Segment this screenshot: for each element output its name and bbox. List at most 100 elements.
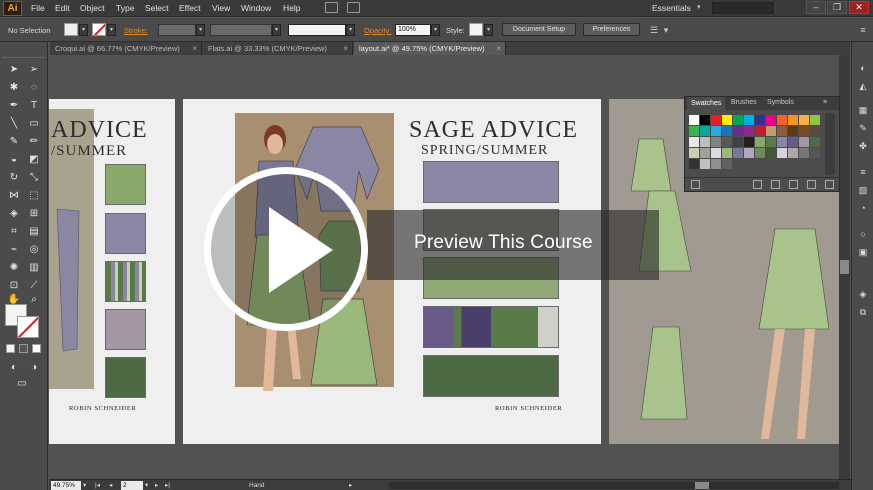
- chevron-down-icon[interactable]: ▾: [272, 24, 281, 36]
- swatch-cell[interactable]: [755, 137, 765, 147]
- draw-inside-icon[interactable]: ◑: [26, 360, 42, 376]
- close-icon[interactable]: ×: [192, 42, 197, 55]
- next-artboard-icon[interactable]: ▸: [155, 481, 158, 490]
- swatch-cell[interactable]: [700, 115, 710, 125]
- close-window-button[interactable]: ✕: [849, 1, 869, 14]
- blob-brush-tool-icon[interactable]: ◒: [6, 152, 22, 168]
- minimize-button[interactable]: –: [806, 1, 826, 14]
- artboards-panel-icon[interactable]: ⧉: [857, 306, 869, 318]
- screen-mode-icon[interactable]: ▭: [14, 376, 30, 392]
- delete-swatch-icon[interactable]: [825, 180, 834, 189]
- swatch-cell[interactable]: [722, 137, 732, 147]
- chevron-down-icon[interactable]: ▾: [79, 24, 88, 36]
- zoom-tool-icon[interactable]: ⌕: [26, 292, 42, 308]
- first-artboard-icon[interactable]: |◂: [95, 481, 100, 490]
- restore-button[interactable]: ❐: [827, 1, 847, 14]
- close-icon[interactable]: ×: [496, 42, 501, 55]
- swatch-cell[interactable]: [744, 148, 754, 158]
- tab-layout[interactable]: layout.ai* @ 49.75% (CMYK/Preview) ×: [354, 42, 506, 55]
- fill-color-swatch[interactable]: [64, 23, 78, 36]
- menu-file[interactable]: File: [31, 3, 45, 13]
- swatch-cell[interactable]: [810, 126, 820, 136]
- swatch-cell[interactable]: [810, 137, 820, 147]
- tab-brushes[interactable]: Brushes: [731, 99, 757, 106]
- column-graph-tool-icon[interactable]: ▥: [26, 260, 42, 276]
- swatch-cell[interactable]: [700, 159, 710, 169]
- symbols-panel-icon[interactable]: ✤: [857, 140, 869, 152]
- eyedropper-tool-icon[interactable]: ⌁: [6, 242, 22, 258]
- opacity-label[interactable]: Opacity:: [364, 26, 392, 35]
- eraser-tool-icon[interactable]: ◩: [26, 152, 42, 168]
- tab-flats[interactable]: Flats.ai @ 33.33% (CMYK/Preview) ×: [203, 42, 353, 55]
- swatch-cell[interactable]: [777, 148, 787, 158]
- close-icon[interactable]: ×: [343, 42, 348, 55]
- swatch-cell[interactable]: [700, 126, 710, 136]
- scroll-thumb[interactable]: [840, 260, 849, 274]
- new-group-icon[interactable]: [789, 180, 798, 189]
- none-mode-swatch[interactable]: [32, 344, 41, 353]
- swatch-cell[interactable]: [755, 115, 765, 125]
- stroke-color-box[interactable]: [17, 316, 39, 338]
- swatch-cell[interactable]: [788, 137, 798, 147]
- color-mode-swatch[interactable]: [6, 344, 15, 353]
- swatch-cell[interactable]: [733, 148, 743, 158]
- swatch-cell[interactable]: [788, 148, 798, 158]
- arrange-documents-icon[interactable]: [347, 2, 360, 13]
- menu-help[interactable]: Help: [283, 3, 300, 13]
- swatch-cell[interactable]: [722, 115, 732, 125]
- chevron-down-icon[interactable]: ▾: [83, 481, 86, 490]
- gradient-panel-icon[interactable]: ▧: [857, 184, 869, 196]
- vertical-scrollbar[interactable]: [839, 55, 850, 479]
- blend-tool-icon[interactable]: ◎: [26, 242, 42, 258]
- chevron-down-icon[interactable]: ▾: [196, 24, 205, 36]
- swatch-cell[interactable]: [777, 115, 787, 125]
- stroke-weight-field[interactable]: [158, 24, 196, 36]
- menu-select[interactable]: Select: [145, 3, 169, 13]
- stroke-panel-icon[interactable]: ≡: [857, 166, 869, 178]
- stroke-label[interactable]: Stroke:: [124, 26, 148, 35]
- menu-type[interactable]: Type: [116, 3, 134, 13]
- tab-croqui[interactable]: Croqui.ai @ 66.77% (CMYK/Preview) ×: [50, 42, 202, 55]
- brush-definition[interactable]: [288, 24, 346, 36]
- stroke-color-swatch[interactable]: [92, 23, 106, 36]
- width-tool-icon[interactable]: ⋈: [6, 188, 22, 204]
- swatch-cell[interactable]: [777, 126, 787, 136]
- swatch-cell[interactable]: [766, 126, 776, 136]
- menu-window[interactable]: Window: [241, 3, 271, 13]
- swatch-cell[interactable]: [689, 137, 699, 147]
- horizontal-scrollbar[interactable]: [389, 482, 839, 489]
- scale-tool-icon[interactable]: ⤡: [26, 170, 42, 186]
- tab-symbols[interactable]: Symbols: [767, 99, 794, 106]
- color-guide-icon[interactable]: ◭: [857, 80, 869, 92]
- pen-tool-icon[interactable]: ✒: [6, 98, 22, 114]
- panel-grip[interactable]: [3, 57, 45, 60]
- chevron-down-icon[interactable]: ▾: [697, 3, 701, 11]
- swatch-cell[interactable]: [788, 115, 798, 125]
- swatch-cell[interactable]: [733, 115, 743, 125]
- rectangle-tool-icon[interactable]: ▭: [26, 116, 42, 132]
- swatch-options-icon[interactable]: [771, 180, 780, 189]
- pencil-tool-icon[interactable]: ✏: [26, 134, 42, 150]
- swatch-cell[interactable]: [733, 126, 743, 136]
- free-transform-tool-icon[interactable]: ⬚: [26, 188, 42, 204]
- gradient-tool-icon[interactable]: ▤: [26, 224, 42, 240]
- chevron-down-icon[interactable]: ▾: [431, 24, 440, 36]
- swatch-cell[interactable]: [744, 137, 754, 147]
- swatch-libraries-icon[interactable]: [691, 180, 700, 189]
- zoom-field[interactable]: 49.75%: [51, 481, 81, 490]
- panel-options-icon[interactable]: ≡: [857, 24, 869, 36]
- last-artboard-icon[interactable]: ▸|: [165, 481, 170, 490]
- swatch-cell[interactable]: [711, 115, 721, 125]
- swatch-cell[interactable]: [799, 148, 809, 158]
- chevron-down-icon[interactable]: ▾: [145, 481, 148, 490]
- swatch-cell[interactable]: [711, 159, 721, 169]
- rotate-tool-icon[interactable]: ↻: [6, 170, 22, 186]
- swatch-cell[interactable]: [799, 137, 809, 147]
- swatches-panel-icon[interactable]: ▦: [857, 104, 869, 116]
- symbol-sprayer-tool-icon[interactable]: ✺: [6, 260, 22, 276]
- swatch-cell[interactable]: [766, 148, 776, 158]
- swatch-cell[interactable]: [744, 115, 754, 125]
- menu-object[interactable]: Object: [80, 3, 105, 13]
- swatch-cell[interactable]: [711, 126, 721, 136]
- swatch-cell[interactable]: [722, 126, 732, 136]
